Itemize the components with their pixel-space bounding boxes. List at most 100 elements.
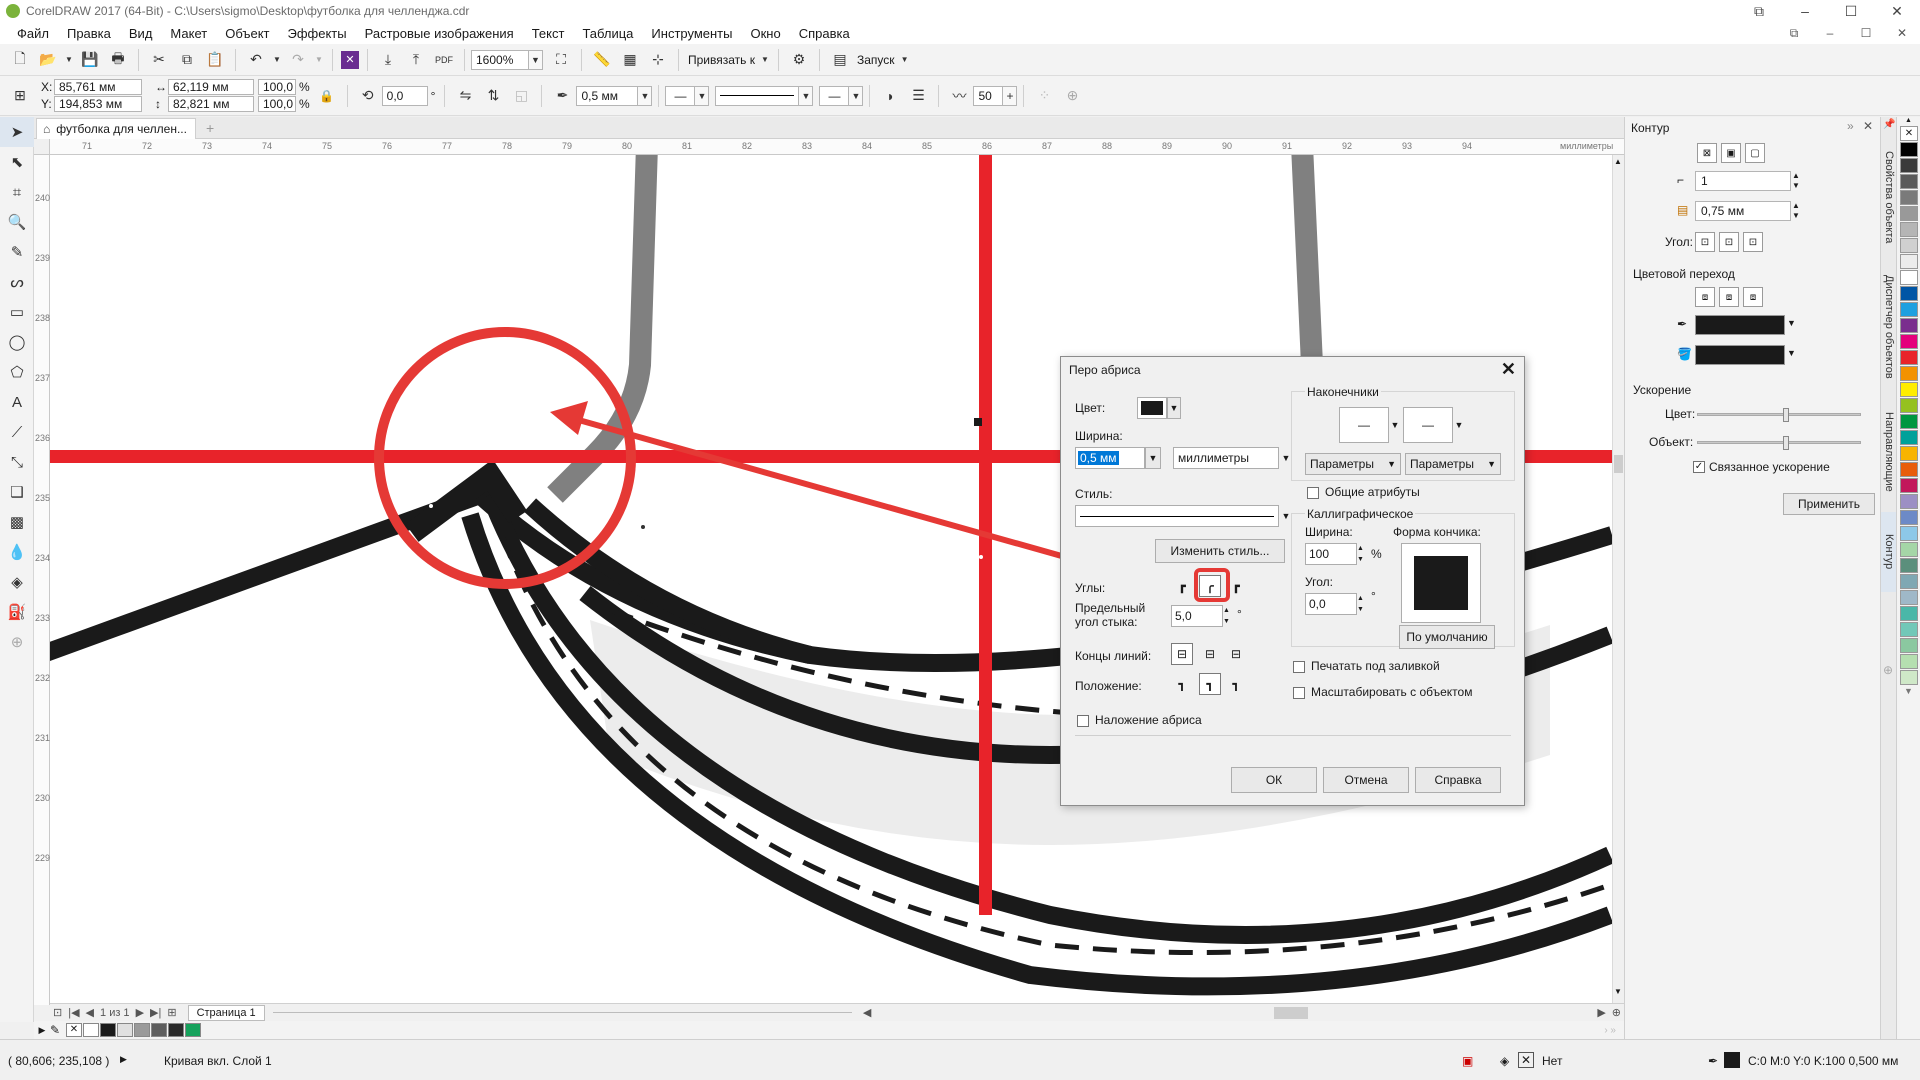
scale-x-field[interactable]: 100,0 xyxy=(258,79,296,95)
color-swatch[interactable] xyxy=(1900,446,1918,461)
menu-help[interactable]: Справка xyxy=(790,26,859,41)
color-swatch[interactable] xyxy=(1900,558,1918,573)
color-swatch[interactable] xyxy=(168,1023,184,1037)
docker-collapse-icon[interactable]: » xyxy=(1847,119,1854,133)
color-swatch[interactable] xyxy=(83,1023,99,1037)
open-dropdown-icon[interactable]: ▼ xyxy=(64,48,74,72)
vertical-ruler[interactable]: 240 239 238 237 236 235 234 233 232 231 … xyxy=(34,155,50,1005)
line-style-dropdown[interactable]: ▼ xyxy=(799,85,814,106)
menu-table[interactable]: Таблица xyxy=(573,26,642,41)
smart-fill-icon[interactable]: ⛽ xyxy=(0,597,34,627)
export-icon[interactable]: ⤒ xyxy=(404,48,428,72)
color-swatch[interactable] xyxy=(100,1023,116,1037)
color-swatch[interactable] xyxy=(1900,286,1918,301)
width-input[interactable]: 0,5 мм xyxy=(1075,447,1145,469)
page-settings-icon[interactable]: ⊡ xyxy=(50,1006,65,1019)
start-arrow-select[interactable]: — xyxy=(665,85,696,106)
snap-to-button[interactable]: Привязать к xyxy=(685,53,758,67)
search-content-icon[interactable]: ✕ xyxy=(341,50,359,69)
scroll-down-arrow[interactable]: ▼ xyxy=(1614,987,1622,996)
menu-text[interactable]: Текст xyxy=(523,26,574,41)
smoothing-slider-button[interactable]: + xyxy=(1003,85,1018,106)
color-swatch[interactable] xyxy=(1900,670,1918,685)
color-swatch[interactable] xyxy=(1900,478,1918,493)
close-button[interactable]: ✕ xyxy=(1874,0,1920,22)
paste-icon[interactable]: 📋 xyxy=(203,48,227,72)
polygon-tool-icon[interactable]: ⬠ xyxy=(0,357,34,387)
linked-accel-checkbox[interactable]: ✓ xyxy=(1693,461,1705,473)
nib-shape-preview[interactable] xyxy=(1401,543,1481,623)
launch-icon[interactable]: ▤ xyxy=(828,48,852,72)
end-arrow-dropdown[interactable]: ▼ xyxy=(1453,407,1465,443)
new-document-icon[interactable]: 🗋 xyxy=(8,48,32,72)
color-swatch[interactable] xyxy=(1900,574,1918,589)
zoom-navigator-icon[interactable]: ⊕ xyxy=(1609,1006,1624,1019)
behind-fill-checkbox[interactable] xyxy=(1293,661,1305,673)
print-icon[interactable]: 🖶 xyxy=(106,48,130,72)
color-swatch[interactable] xyxy=(1900,526,1918,541)
dropdown-arrow-icon[interactable]: ▼ xyxy=(1787,348,1796,358)
miter-spin-icon[interactable]: ▲ ▼ xyxy=(1223,605,1230,627)
node-options-icon[interactable]: ⁘ xyxy=(1032,84,1056,108)
scroll-up-arrow[interactable]: ▲ xyxy=(1614,157,1622,166)
color-swatch[interactable] xyxy=(1900,398,1918,413)
corner-miter-icon[interactable]: ⊡ xyxy=(1695,232,1715,252)
outline-width-field[interactable]: 0,5 мм xyxy=(576,85,639,106)
last-page-icon[interactable]: ▶| xyxy=(147,1006,164,1019)
color-swatch[interactable] xyxy=(1900,606,1918,621)
callig-angle-spin-icon[interactable]: ▲ ▼ xyxy=(1357,593,1364,615)
menu-tools[interactable]: Инструменты xyxy=(642,26,741,41)
color-swatch[interactable] xyxy=(1900,382,1918,397)
round-cap-icon[interactable]: ⊟ xyxy=(1199,643,1221,665)
horizontal-scroll-thumb[interactable] xyxy=(1274,1006,1309,1019)
color-swatch[interactable] xyxy=(1900,638,1918,653)
publish-pdf-icon[interactable]: PDF xyxy=(432,48,456,72)
color-swatch[interactable] xyxy=(1900,270,1918,285)
color-proof-icon[interactable]: ▣ xyxy=(1462,1054,1473,1068)
add-icon[interactable]: ⊕ xyxy=(1060,84,1084,108)
color-swatch[interactable] xyxy=(1900,174,1918,189)
palette-expand-icon[interactable]: ▶ xyxy=(34,1025,50,1036)
shape-tool-icon[interactable]: ⬉ xyxy=(0,147,34,177)
color-swatch[interactable] xyxy=(1900,494,1918,509)
spin-icon[interactable]: ▲ ▼ xyxy=(1792,171,1800,191)
inside-position-icon[interactable]: ┓ xyxy=(1225,673,1247,695)
close-curve-icon[interactable]: ◗ xyxy=(878,84,902,108)
tab-outline[interactable]: Контур xyxy=(1881,512,1897,592)
color-swatch[interactable] xyxy=(1900,654,1918,669)
menu-edit[interactable]: Правка xyxy=(58,26,120,41)
pin-icon[interactable]: 📌 xyxy=(1883,119,1895,130)
color-swatch[interactable] xyxy=(134,1023,150,1037)
style-select[interactable] xyxy=(1075,505,1279,527)
full-screen-icon[interactable]: ⛶ xyxy=(549,48,573,72)
menu-effects[interactable]: Эффекты xyxy=(279,26,356,41)
menu-layout[interactable]: Макет xyxy=(161,26,216,41)
scroll-left-arrow[interactable]: ◀ xyxy=(860,1006,874,1019)
maximize-button[interactable]: ☐ xyxy=(1828,0,1874,22)
spin-icon[interactable]: ▲ ▼ xyxy=(1792,201,1800,221)
cut-icon[interactable]: ✂ xyxy=(147,48,171,72)
save-icon[interactable]: 💾 xyxy=(78,48,102,72)
outline-color-picker[interactable] xyxy=(1695,315,1785,335)
vertical-scrollbar[interactable]: ▲ ▼ xyxy=(1612,155,1624,1003)
units-select[interactable]: миллиметры xyxy=(1173,447,1279,469)
palette-scroll-icon[interactable]: › » xyxy=(1604,1025,1616,1036)
menu-object[interactable]: Объект xyxy=(216,26,278,41)
options-gear-icon[interactable]: ⚙ xyxy=(787,48,811,72)
end-arrow-select[interactable]: — xyxy=(1403,407,1453,443)
lock-ratio-icon[interactable]: 🔒 xyxy=(315,84,339,108)
color-swatch[interactable] xyxy=(1900,142,1918,157)
ok-button[interactable]: ОК xyxy=(1231,767,1317,793)
smoothing-field[interactable]: 50 xyxy=(973,85,1004,106)
object-width-field[interactable]: 62,119 мм xyxy=(168,79,254,95)
first-page-icon[interactable]: |◀ xyxy=(65,1006,82,1019)
redo-icon[interactable]: ↷ xyxy=(286,48,310,72)
add-page-icon[interactable]: ⊞ xyxy=(164,1006,179,1019)
dialog-close-icon[interactable]: ✕ xyxy=(1501,359,1516,380)
color-swatch[interactable] xyxy=(185,1023,201,1037)
doc-maximize-icon[interactable]: ☐ xyxy=(1848,26,1884,41)
start-arrow-dropdown[interactable]: ▼ xyxy=(1389,407,1401,443)
fill-color-picker[interactable] xyxy=(1695,345,1785,365)
miter-corner-icon[interactable]: ┏ xyxy=(1171,575,1193,597)
palette-up-icon[interactable]: ▲ xyxy=(1897,117,1920,125)
